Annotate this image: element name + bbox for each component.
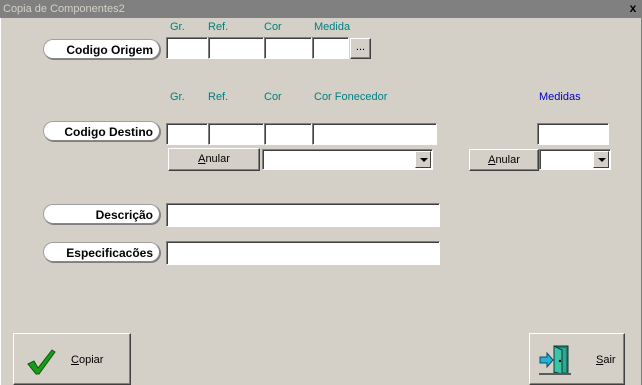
medidas-header: Medidas bbox=[539, 91, 581, 103]
destino-anular-button[interactable]: Anular bbox=[168, 148, 260, 171]
descricao-label: Descrição bbox=[43, 204, 160, 224]
medidas-combo-dropdown-icon[interactable] bbox=[593, 151, 609, 168]
origem-cor-input[interactable] bbox=[264, 37, 312, 59]
destino-ref-input[interactable] bbox=[208, 123, 264, 145]
dialog-client: Gr. Ref. Cor Medida Codigo Origem ... Gr… bbox=[0, 18, 642, 385]
origem-header-ref: Ref. bbox=[208, 21, 229, 33]
destino-combo-value bbox=[263, 153, 267, 165]
title-bar: Copia de Componentes2 x bbox=[0, 0, 642, 18]
exit-door-icon bbox=[539, 345, 571, 375]
destino-header-cor-fornecedor: Cor Fonecedor bbox=[314, 91, 388, 103]
sair-rest: air bbox=[603, 354, 616, 366]
check-icon bbox=[27, 349, 56, 375]
destino-gr-input[interactable] bbox=[166, 123, 208, 145]
especificacoes-input[interactable] bbox=[166, 241, 440, 265]
destino-combo[interactable] bbox=[262, 149, 433, 170]
destino-cor-input[interactable] bbox=[264, 123, 312, 145]
copiar-button[interactable]: Copiar bbox=[13, 333, 131, 385]
origem-medida-input[interactable] bbox=[312, 37, 349, 59]
medidas-input[interactable] bbox=[537, 123, 609, 145]
destino-header-ref: Ref. bbox=[208, 91, 229, 103]
copiar-label: Copiar bbox=[71, 354, 103, 366]
origem-gr-input[interactable] bbox=[166, 37, 208, 59]
origem-lookup-button[interactable]: ... bbox=[350, 38, 371, 59]
destino-anular-rest: nular bbox=[205, 153, 230, 165]
copiar-rest: opiar bbox=[78, 354, 104, 366]
especificacoes-label: Especificacões bbox=[43, 242, 160, 262]
sair-label: Sair bbox=[596, 354, 616, 366]
medidas-anular-button[interactable]: Anular bbox=[469, 149, 539, 171]
medidas-combo[interactable] bbox=[539, 149, 611, 170]
copiar-mnemonic: C bbox=[71, 354, 79, 366]
origem-header-cor: Cor bbox=[264, 21, 282, 33]
window-title: Copia de Componentes2 bbox=[3, 3, 125, 15]
destino-combo-dropdown-icon[interactable] bbox=[415, 151, 431, 168]
origem-header-gr: Gr. bbox=[170, 21, 185, 33]
medidas-combo-value bbox=[540, 153, 544, 165]
codigo-origem-label: Codigo Origem bbox=[43, 39, 160, 59]
close-button[interactable]: x bbox=[626, 1, 640, 15]
codigo-destino-label: Codigo Destino bbox=[43, 121, 160, 141]
medidas-anular-rest: nular bbox=[495, 154, 520, 166]
origem-ref-input[interactable] bbox=[208, 37, 264, 59]
origem-header-medida: Medida bbox=[314, 21, 351, 33]
descricao-input[interactable] bbox=[166, 203, 440, 227]
destino-header-gr: Gr. bbox=[170, 91, 185, 103]
destino-header-cor: Cor bbox=[264, 91, 282, 103]
destino-cor-fornecedor-input[interactable] bbox=[312, 123, 437, 145]
sair-button[interactable]: Sair bbox=[529, 333, 625, 385]
